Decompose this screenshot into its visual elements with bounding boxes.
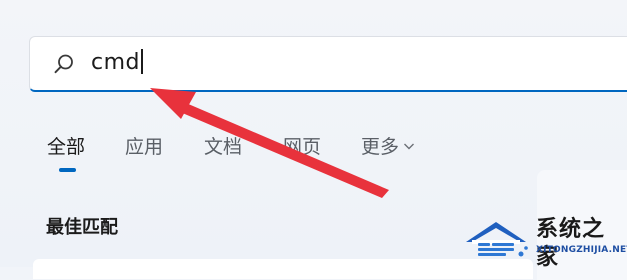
search-icon <box>54 54 73 74</box>
tab-label: 应用 <box>125 136 164 158</box>
search-input[interactable]: cmd <box>91 49 143 77</box>
watermark: 系统之家 XITONGZHIJIA.NET <box>464 216 627 270</box>
search-query: cmd <box>91 50 140 75</box>
text-caret <box>141 49 143 74</box>
tab-documents[interactable]: 文档 <box>204 134 242 160</box>
tab-label: 更多 <box>361 136 400 158</box>
tab-label: 文档 <box>204 136 243 158</box>
active-tab-indicator <box>59 168 76 172</box>
tab-label: 网页 <box>283 136 322 158</box>
house-logo-icon <box>466 222 528 257</box>
tab-label: 全部 <box>47 136 86 158</box>
tab-all[interactable]: 全部 <box>47 134 85 160</box>
arrow-head <box>150 88 196 119</box>
watermark-subtitle: XITONGZHIJIA.NET <box>536 245 627 255</box>
search-box[interactable]: cmd <box>29 36 627 92</box>
tab-web[interactable]: 网页 <box>283 134 321 160</box>
tab-more[interactable]: 更多 <box>361 134 415 160</box>
tab-apps[interactable]: 应用 <box>125 134 163 160</box>
best-match-heading: 最佳匹配 <box>46 217 118 238</box>
chevron-down-icon <box>404 143 415 150</box>
search-window: cmd 全部 应用 文档 网页 更多 最佳匹配 系统之家 XITONGZHIJI… <box>0 0 627 280</box>
result-card[interactable] <box>33 259 533 279</box>
